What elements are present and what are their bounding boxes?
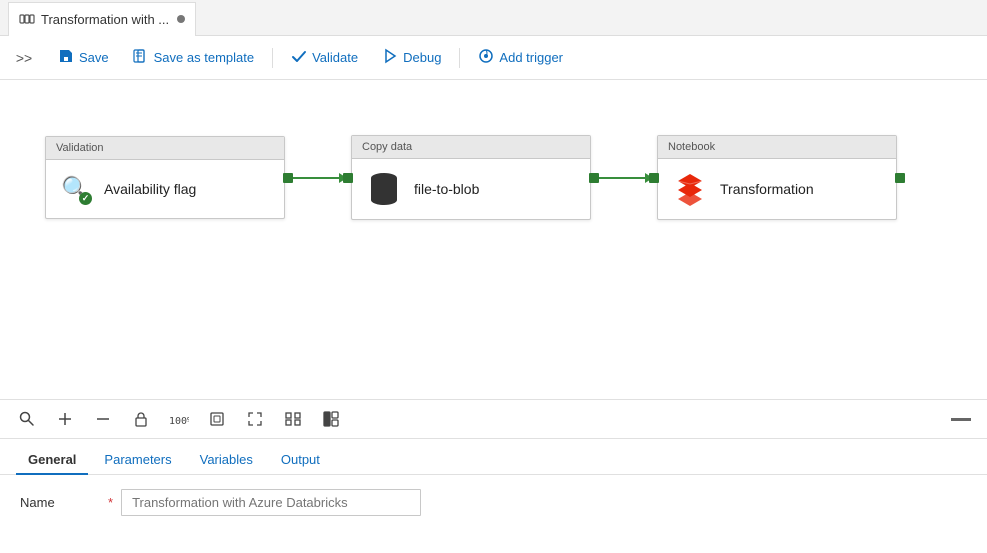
cylinder-icon bbox=[366, 171, 402, 207]
copy-data-node-body: file-to-blob bbox=[352, 159, 590, 219]
copy-data-node[interactable]: Copy data file-to-blob bbox=[351, 135, 591, 220]
panel-tab-headers: General Parameters Variables Output bbox=[0, 439, 987, 475]
name-input[interactable] bbox=[121, 489, 421, 516]
debug-label: Debug bbox=[403, 50, 441, 65]
tab-output[interactable]: Output bbox=[269, 446, 332, 475]
tab-bar: Transformation with ... bbox=[0, 0, 987, 36]
tab-variables[interactable]: Variables bbox=[188, 446, 265, 475]
connector-line-1 bbox=[293, 177, 343, 179]
pipeline-canvas[interactable]: Validation 🔍 ✓ Availability flag bbox=[0, 80, 987, 400]
validate-button[interactable]: Validate bbox=[281, 43, 368, 73]
pipeline-tab-icon bbox=[19, 11, 35, 27]
add-trigger-button[interactable]: Add trigger bbox=[468, 43, 573, 73]
toolbar-divider-2 bbox=[459, 48, 460, 68]
bottom-panel: General Parameters Variables Output Name… bbox=[0, 439, 987, 530]
validation-node-label: Availability flag bbox=[104, 181, 196, 197]
save-icon bbox=[58, 48, 74, 68]
name-required-marker: * bbox=[108, 495, 113, 510]
add-trigger-icon bbox=[478, 48, 494, 68]
save-template-icon bbox=[133, 48, 149, 68]
fit-view-icon[interactable]: 100% bbox=[168, 408, 190, 430]
layout-icon[interactable] bbox=[320, 408, 342, 430]
pipeline-tab-label: Transformation with ... bbox=[41, 12, 169, 27]
notebook-node-header: Notebook bbox=[658, 136, 896, 159]
connector-dot-in-1 bbox=[343, 173, 353, 183]
save-template-label: Save as template bbox=[154, 50, 254, 65]
databricks-icon bbox=[672, 171, 708, 207]
pipeline-end-dot bbox=[895, 173, 905, 183]
search-check-icon: 🔍 ✓ bbox=[60, 173, 92, 205]
zoom-search-icon[interactable] bbox=[16, 408, 38, 430]
connector-1 bbox=[285, 173, 351, 183]
connector-dot-in-2 bbox=[649, 173, 659, 183]
name-label: Name bbox=[20, 495, 100, 510]
connector-2 bbox=[591, 173, 657, 183]
canvas-toolbar: 100% bbox=[0, 400, 987, 439]
validate-icon bbox=[291, 48, 307, 68]
tab-modified-dot bbox=[177, 15, 185, 23]
connector-dot-out-1 bbox=[283, 173, 293, 183]
pipeline-flow: Validation 🔍 ✓ Availability flag bbox=[45, 135, 905, 220]
zoom-in-icon[interactable] bbox=[54, 408, 76, 430]
fit-canvas-icon[interactable] bbox=[206, 408, 228, 430]
zoom-out-icon[interactable] bbox=[92, 408, 114, 430]
expand-icon[interactable] bbox=[244, 408, 266, 430]
notebook-node-body: Transformation bbox=[658, 159, 896, 219]
validation-node-body: 🔍 ✓ Availability flag bbox=[46, 160, 284, 218]
copy-data-node-label: file-to-blob bbox=[414, 181, 479, 197]
save-button[interactable]: Save bbox=[48, 43, 119, 73]
main-toolbar: >> Save Save as template Validate bbox=[0, 36, 987, 80]
tab-parameters[interactable]: Parameters bbox=[92, 446, 183, 475]
validation-node[interactable]: Validation 🔍 ✓ Availability flag bbox=[45, 136, 285, 219]
lock-icon[interactable] bbox=[130, 408, 152, 430]
minimize-panel-button[interactable] bbox=[951, 418, 971, 421]
debug-icon bbox=[382, 48, 398, 68]
pipeline-tab[interactable]: Transformation with ... bbox=[8, 2, 196, 36]
general-properties-panel: Name * bbox=[0, 475, 987, 530]
copy-data-node-header: Copy data bbox=[352, 136, 590, 159]
validate-label: Validate bbox=[312, 50, 358, 65]
debug-button[interactable]: Debug bbox=[372, 43, 451, 73]
notebook-node-label: Transformation bbox=[720, 181, 814, 197]
save-as-template-button[interactable]: Save as template bbox=[123, 43, 264, 73]
tab-general[interactable]: General bbox=[16, 446, 88, 475]
save-label: Save bbox=[79, 50, 109, 65]
svg-text:100%: 100% bbox=[169, 416, 189, 427]
validation-node-header: Validation bbox=[46, 137, 284, 160]
resize-icon[interactable] bbox=[282, 408, 304, 430]
app-container: Transformation with ... >> Save Save as … bbox=[0, 0, 987, 553]
notebook-node[interactable]: Notebook Transformati bbox=[657, 135, 897, 220]
nav-chevron[interactable]: >> bbox=[12, 46, 36, 70]
toolbar-divider-1 bbox=[272, 48, 273, 68]
connector-line-2 bbox=[599, 177, 649, 179]
connector-dot-out-2 bbox=[589, 173, 599, 183]
add-trigger-label: Add trigger bbox=[499, 50, 563, 65]
